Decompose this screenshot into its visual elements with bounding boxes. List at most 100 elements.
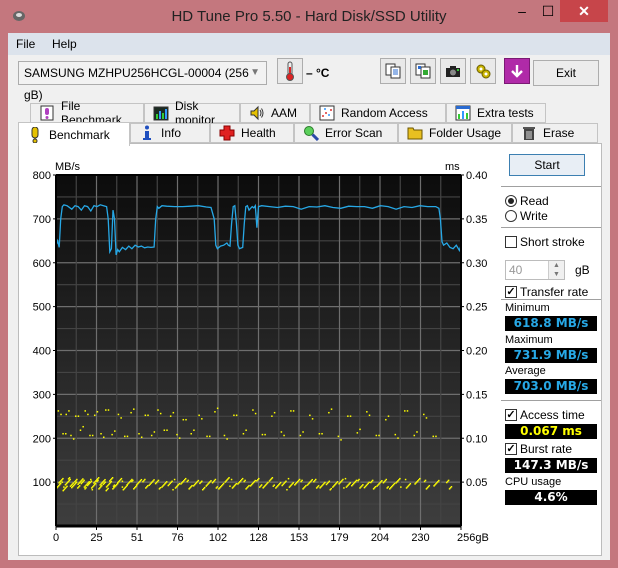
- access-time-point: [299, 434, 302, 437]
- access-time-point: [78, 485, 81, 487]
- access-time-point: [279, 481, 282, 484]
- access-time-point: [187, 479, 189, 482]
- minimize-button[interactable]: –: [509, 0, 535, 22]
- close-button[interactable]: ✕: [560, 0, 608, 22]
- access-time-point: [343, 487, 345, 489]
- access-time-point: [216, 407, 219, 410]
- maximize-button[interactable]: ☐: [535, 0, 561, 22]
- tab-label: Health: [241, 126, 276, 140]
- info-icon: [143, 125, 151, 140]
- access-time-point: [340, 439, 342, 441]
- y-tick-label: 300: [33, 389, 51, 401]
- tab-file-benchmark[interactable]: File Benchmark: [30, 99, 144, 127]
- spinner-arrows[interactable]: ▲ ▼: [548, 261, 564, 279]
- tab-erase[interactable]: Erase: [512, 123, 598, 143]
- tab-aam[interactable]: AAM: [240, 103, 310, 123]
- thermometer-icon: [286, 61, 294, 81]
- burst-rate-checkbox[interactable]: ✓ Burst rate: [505, 442, 572, 456]
- access-time-point: [140, 436, 143, 438]
- y2-tick-label: 0.05: [466, 477, 487, 489]
- screenshot-button[interactable]: [440, 58, 466, 84]
- checkbox-checked[interactable]: ✓: [505, 409, 517, 421]
- options-icon: [476, 64, 491, 79]
- copy-text-button[interactable]: [380, 58, 406, 84]
- access-time-point: [394, 433, 397, 436]
- y-tick-label: 100: [33, 477, 51, 489]
- access-time-point: [324, 481, 326, 484]
- access-time-checkbox[interactable]: ✓ Access time: [505, 408, 585, 422]
- access-time-point: [393, 482, 396, 485]
- access-time-value: 0.067 ms: [505, 424, 597, 439]
- menu-file[interactable]: File: [16, 37, 35, 51]
- access-time-point: [280, 431, 283, 433]
- access-time-point: [100, 432, 102, 435]
- exclamation-icon: [31, 126, 39, 143]
- copy-screenshot-button[interactable]: [410, 58, 436, 84]
- y2-tick-label: 0.25: [466, 302, 487, 314]
- transfer-rate-checkbox[interactable]: ✓ Transfer rate: [505, 285, 588, 299]
- tab-benchmark[interactable]: Benchmark: [18, 122, 130, 146]
- save-download-icon: [511, 65, 523, 78]
- tab-health[interactable]: Health: [210, 123, 294, 143]
- access-time-point: [157, 409, 159, 411]
- access-time-point: [85, 487, 87, 489]
- drive-select[interactable]: SAMSUNG MZHPU256HCGL-00004 (256 gB) ▼: [18, 61, 267, 102]
- copy-screenshot-icon: [415, 63, 431, 79]
- divider: [501, 400, 601, 401]
- access-time-point: [385, 478, 388, 481]
- checkbox[interactable]: [505, 236, 517, 248]
- radio-read-indicator[interactable]: [505, 195, 517, 207]
- menu-help[interactable]: Help: [52, 37, 77, 51]
- access-time-point: [214, 411, 216, 413]
- access-time-point: [191, 484, 193, 487]
- access-time-point: [169, 415, 172, 417]
- file-benchmark-icon: [40, 105, 54, 121]
- access-time-point: [68, 410, 70, 412]
- read-radio[interactable]: Read: [505, 194, 549, 208]
- tab-random-access[interactable]: Random Access: [310, 103, 446, 123]
- temperature-button[interactable]: [277, 58, 303, 84]
- access-time-point: [413, 434, 416, 437]
- tab-extra-tests[interactable]: Extra tests: [446, 103, 546, 123]
- tab-disk-monitor[interactable]: Disk monitor: [144, 99, 240, 127]
- x-tick-label: 179: [330, 532, 348, 544]
- access-time-point: [317, 485, 320, 487]
- access-time-point: [72, 438, 75, 440]
- access-time-point: [166, 429, 168, 431]
- access-time-point: [271, 415, 273, 417]
- write-radio[interactable]: Write: [505, 209, 548, 223]
- access-time-point: [144, 478, 146, 481]
- tab-info[interactable]: Info: [130, 123, 210, 143]
- access-time-point: [404, 410, 406, 412]
- write-label: Write: [520, 209, 548, 223]
- maximum-label: Maximum: [505, 334, 553, 346]
- short-stroke-checkbox[interactable]: Short stroke: [505, 235, 585, 249]
- start-button[interactable]: Start: [509, 154, 585, 176]
- exit-button[interactable]: Exit: [533, 60, 599, 86]
- access-time-point: [90, 480, 93, 483]
- access-time-point: [273, 484, 276, 486]
- minimum-label: Minimum: [505, 302, 550, 314]
- access-time-point: [110, 480, 113, 483]
- short-stroke-spinner[interactable]: 40 ▲ ▼: [505, 260, 565, 280]
- burst-rate-label: Burst rate: [520, 442, 573, 456]
- access-time-point: [74, 415, 77, 417]
- access-time-point: [302, 431, 304, 433]
- radio-write-indicator[interactable]: [505, 210, 517, 222]
- tab-error-scan[interactable]: Error Scan: [294, 123, 398, 143]
- checkbox-checked[interactable]: ✓: [505, 286, 517, 298]
- client-area: File Help SAMSUNG MZHPU256HCGL-00004 (25…: [8, 33, 610, 560]
- access-time-point: [368, 481, 370, 484]
- access-time-point: [172, 488, 174, 491]
- options-button[interactable]: [470, 58, 496, 84]
- tab-folder-usage[interactable]: Folder Usage: [398, 123, 512, 143]
- benchmark-sidebar: Start Read Write Short stroke 40 ▲ ▼ gB ✓: [501, 144, 601, 557]
- save-button[interactable]: [504, 58, 530, 84]
- checkbox-checked[interactable]: ✓: [505, 443, 517, 455]
- access-time-point: [157, 479, 160, 482]
- tab-label: Erase: [543, 126, 575, 140]
- access-time-point: [82, 478, 84, 480]
- access-time-point: [96, 411, 99, 413]
- y2-tick-label: 0.10: [466, 433, 487, 445]
- access-time-point: [349, 482, 351, 484]
